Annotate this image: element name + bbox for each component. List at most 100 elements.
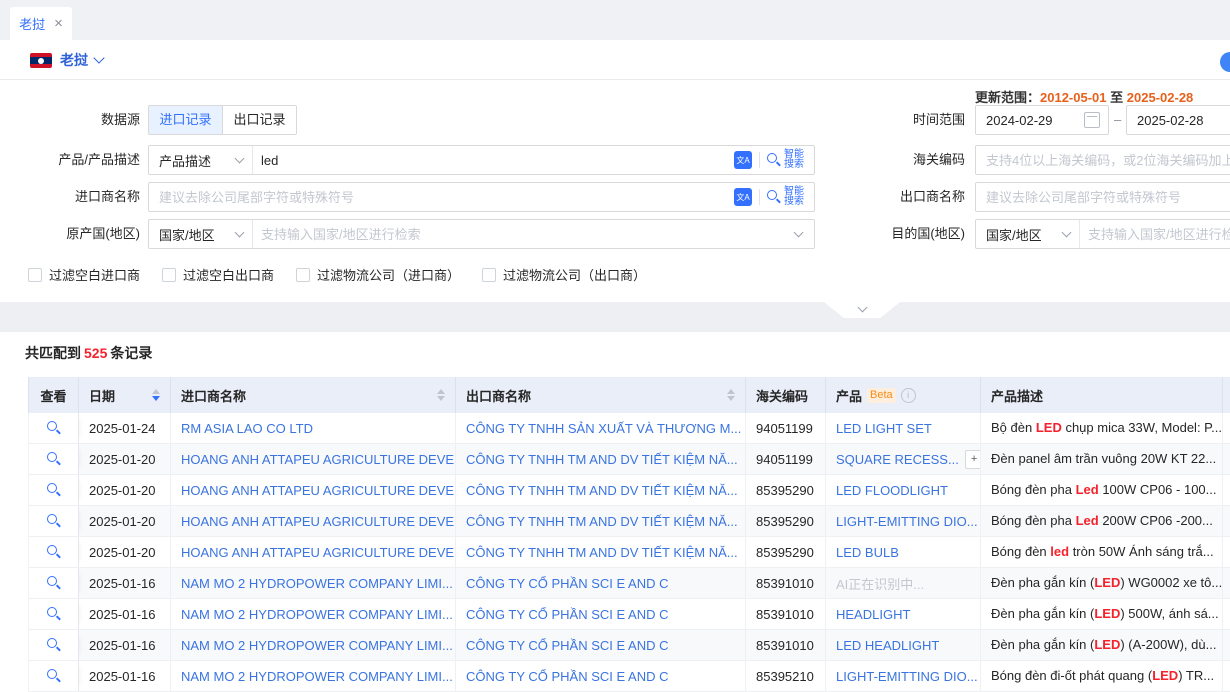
description-cell: Bóng đèn pha Led 200W CP06 -200... [981,506,1223,536]
view-record-icon[interactable] [47,514,61,528]
filter-checkbox[interactable]: 过滤空白进口商 [28,265,140,284]
product-link[interactable]: LED FLOODLIGHT [836,483,948,498]
info-icon[interactable]: i [901,388,916,403]
sort-icons[interactable] [431,389,445,401]
product-search-input[interactable] [253,147,734,173]
product-link[interactable]: LED HEADLIGHT [836,638,939,653]
importer-link[interactable]: NAM MO 2 HYDROPOWER COMPANY LIMI... [171,568,456,598]
importer-link[interactable]: NAM MO 2 HYDROPOWER COMPANY LIMI... [171,630,456,660]
view-record-icon[interactable] [47,483,61,497]
importer-link[interactable]: HOANG ANH ATTAPEU AGRICULTURE DEVE... [171,475,456,505]
smart-search-button[interactable]: 智能搜索 [767,150,805,170]
hs-code-cell: 85395290 [746,475,826,505]
calendar-icon[interactable] [1084,112,1100,128]
product-link[interactable]: LED LIGHT SET [836,421,932,436]
view-record-icon[interactable] [47,607,61,621]
collapse-filters-handle[interactable] [824,302,900,318]
exporter-link[interactable]: CÔNG TY TNHH TM AND DV TIẾT KIỆM NĂ... [456,444,746,474]
view-record-icon[interactable] [47,545,61,559]
chevron-down-icon [235,228,245,238]
importer-link[interactable]: HOANG ANH ATTAPEU AGRICULTURE DEVE... [171,506,456,536]
tab-import-records[interactable]: 进口记录 [149,106,222,134]
col-next-clipped [1223,377,1230,413]
product-link[interactable]: HEADLIGHT [836,607,910,622]
view-record-icon[interactable] [47,421,61,435]
exporter-link[interactable]: CÔNG TY CỔ PHẦN SCI E AND C [456,661,746,691]
origin-country-select[interactable]: 国家/地区 [149,220,253,248]
close-icon[interactable]: × [54,16,63,31]
checkbox-label: 过滤物流公司（进口商） [317,265,460,284]
tab-laos[interactable]: 老挝 × [10,7,72,40]
chevron-down-icon[interactable] [794,228,804,238]
destination-country-label: 目的国(地区) [825,219,965,249]
filter-checkbox[interactable]: 过滤物流公司（进口商） [296,265,460,284]
col-importer[interactable]: 进口商名称 [171,377,456,413]
product-more-badge[interactable]: + 1 [965,450,981,469]
importer-input[interactable] [149,184,734,210]
description-cell: Đèn pha gắn kín (LED) (A-200W), dù... [981,630,1223,660]
results-panel: 共匹配到525条记录 查看 日期 进口商名称 出口商名称 海关编码 产品 Bet… [0,332,1230,686]
filter-checkbox[interactable]: 过滤空白出口商 [162,265,274,284]
col-exporter[interactable]: 出口商名称 [456,377,746,413]
search-tools: 文A 智能搜索 [734,187,814,207]
exporter-link[interactable]: CÔNG TY CỔ PHẦN SCI E AND C [456,630,746,660]
product-cell: LED LIGHT SET [826,413,981,443]
translate-icon[interactable]: 文A [734,188,752,206]
exporter-link[interactable]: CÔNG TY CỔ PHẦN SCI E AND C [456,599,746,629]
smart-search-button[interactable]: 智能搜索 [767,187,805,207]
sort-icons[interactable] [721,389,735,401]
hs-code-cell: 85395290 [746,506,826,536]
chevron-down-icon [1062,228,1072,238]
product-cell: HEADLIGHT [826,599,981,629]
country-selector[interactable]: 老挝 [60,40,103,80]
divider [759,189,760,205]
product-cell: LED BULB [826,537,981,567]
product-field-select[interactable]: 产品描述 [149,146,253,174]
hs-code-label: 海关编码 [825,145,965,175]
view-record-icon[interactable] [47,669,61,683]
sort-asc-icon [727,389,735,394]
importer-link[interactable]: NAM MO 2 HYDROPOWER COMPANY LIMI... [171,661,456,691]
view-cell [29,475,79,505]
exporter-link[interactable]: CÔNG TY TNHH TM AND DV TIẾT KIỆM NĂ... [456,506,746,536]
view-record-icon[interactable] [47,576,61,590]
exporter-link[interactable]: CÔNG TY TNHH TM AND DV TIẾT KIỆM NĂ... [456,537,746,567]
description-cell: Đèn pha gắn kín (LED) WG0002 xe tô... [981,568,1223,598]
hs-code-field [975,145,1230,175]
exporter-link[interactable]: CÔNG TY CỔ PHẦN SCI E AND C [456,568,746,598]
view-cell [29,630,79,660]
chevron-down-icon [857,303,867,313]
filter-checkbox[interactable]: 过滤物流公司（出口商） [482,265,646,284]
importer-link[interactable]: HOANG ANH ATTAPEU AGRICULTURE DEVE... [171,444,456,474]
hs-code-input[interactable] [978,153,1230,168]
exporter-link[interactable]: CÔNG TY TNHH SẢN XUẤT VÀ THƯƠNG M... [456,413,746,443]
col-date[interactable]: 日期 [79,377,171,413]
checkbox-box[interactable] [296,268,310,282]
exporter-input[interactable] [978,190,1230,205]
checkbox-box[interactable] [162,268,176,282]
importer-link[interactable]: NAM MO 2 HYDROPOWER COMPANY LIMI... [171,599,456,629]
importer-link[interactable]: HOANG ANH ATTAPEU AGRICULTURE DEVE... [171,537,456,567]
date-cell: 2025-01-20 [79,537,171,567]
destination-country-select[interactable]: 国家/地区 [976,220,1080,248]
translate-icon[interactable]: 文A [734,151,752,169]
product-link[interactable]: LIGHT-EMITTING DIO... [836,514,978,529]
update-range-from: 2012-05-01 [1040,90,1107,105]
destination-country-input[interactable] [1080,221,1230,247]
date-from-input[interactable]: 2024-02-29 [975,105,1109,135]
product-link[interactable]: LIGHT-EMITTING DIO... [836,669,978,684]
tab-export-records[interactable]: 出口记录 [222,106,296,134]
product-link[interactable]: LED BULB [836,545,899,560]
date-to-input[interactable]: 2025-02-28 [1126,105,1230,135]
importer-link[interactable]: RM ASIA LAO CO LTD [171,413,456,443]
row-clipped-cell [1223,506,1230,536]
sort-icons[interactable] [146,389,160,401]
product-cell: AI正在识别中... [826,568,981,598]
exporter-link[interactable]: CÔNG TY TNHH TM AND DV TIẾT KIỆM NĂ... [456,475,746,505]
checkbox-box[interactable] [28,268,42,282]
origin-country-input[interactable] [253,221,795,247]
checkbox-box[interactable] [482,268,496,282]
view-record-icon[interactable] [47,452,61,466]
product-link[interactable]: SQUARE RECESS... [836,452,959,467]
view-record-icon[interactable] [47,638,61,652]
